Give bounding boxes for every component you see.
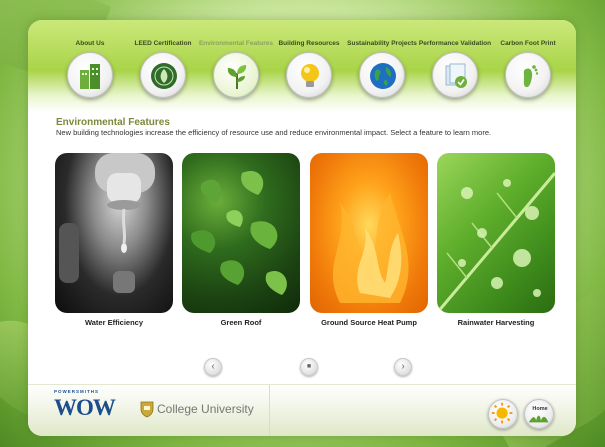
nav-item-leed-certification[interactable]: LEED Certification	[125, 20, 201, 112]
dripping-faucet-image[interactable]	[55, 153, 173, 313]
home-button[interactable]: Home	[524, 399, 554, 429]
globe-icon[interactable]	[359, 52, 405, 98]
page-description: New building technologies increase the e…	[56, 128, 492, 137]
nav-item-sustainability-projects[interactable]: Sustainability Projects	[344, 20, 420, 112]
powersmiths-wow-logo: WOW	[54, 395, 116, 420]
nav-label: About Us	[75, 40, 105, 47]
feature-label: Rainwater Harvesting	[457, 318, 535, 327]
nav-label: Performance Validation	[418, 40, 492, 47]
nav-item-building-resources[interactable]: Building Resources	[271, 20, 347, 112]
grass-icon	[528, 415, 549, 423]
feature-card-water-efficiency[interactable]: Water Efficiency	[55, 153, 173, 329]
leaf-with-water-droplets-image[interactable]	[437, 153, 555, 313]
nav-label: Environmental Features	[198, 40, 274, 47]
buildings-icon[interactable]	[67, 52, 113, 98]
nav-item-performance-validation[interactable]: Performance Validation	[417, 20, 493, 112]
nav-label: Carbon Foot Print	[500, 40, 556, 47]
plant-icon[interactable]	[213, 52, 259, 98]
college-name: College University	[157, 402, 254, 416]
nav-item-carbon-foot-print[interactable]: Carbon Foot Print	[490, 20, 566, 112]
main-panel: About Us LEED Certification Environmenta…	[28, 20, 576, 436]
feature-label: Water Efficiency	[84, 318, 144, 327]
footer-logo-area: POWERSMITHS WOW College University	[28, 385, 270, 436]
feature-card-green-roof[interactable]: Green Roof	[182, 153, 300, 329]
previous-page-button[interactable]: ‹	[204, 358, 222, 376]
powersmiths-text: POWERSMITHS	[54, 389, 100, 394]
footprint-icon[interactable]	[505, 52, 551, 98]
orange-flames-image[interactable]	[310, 153, 428, 313]
leed-seal-icon[interactable]	[140, 52, 186, 98]
sun-icon	[491, 402, 513, 424]
next-page-button[interactable]: ›	[394, 358, 412, 376]
feature-card-ground-source-heat-pump[interactable]: Ground Source Heat Pump	[310, 153, 428, 329]
lightbulb-icon[interactable]	[286, 52, 332, 98]
page-indicator-button[interactable]: ■	[300, 358, 318, 376]
shield-icon	[140, 401, 154, 418]
nav-label: Sustainability Projects	[347, 40, 417, 47]
nav-label: Building Resources	[278, 40, 340, 47]
feature-label: Green Roof	[220, 318, 262, 327]
feature-card-rainwater-harvesting[interactable]: Rainwater Harvesting	[437, 153, 555, 329]
nav-label: LEED Certification	[134, 40, 192, 47]
footer: POWERSMITHS WOW College University Home	[28, 384, 576, 436]
sun-button[interactable]	[488, 399, 518, 429]
nav-item-about-us[interactable]: About Us	[52, 20, 128, 112]
green-foliage-image[interactable]	[182, 153, 300, 313]
nav-item-environmental-features[interactable]: Environmental Features	[198, 20, 274, 112]
checked-documents-icon[interactable]	[432, 52, 478, 98]
feature-label: Ground Source Heat Pump	[321, 318, 417, 327]
top-navigation: About Us LEED Certification Environmenta…	[28, 20, 576, 112]
page-title: Environmental Features	[56, 117, 170, 128]
